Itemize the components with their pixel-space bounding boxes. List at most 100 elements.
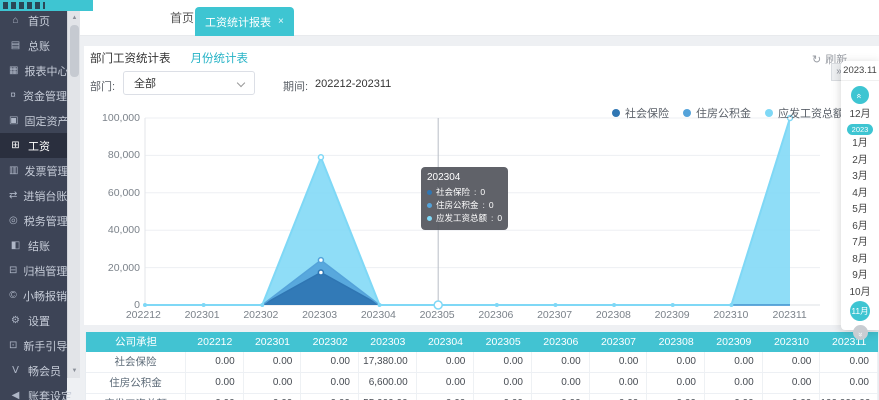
table-cell: 0.00	[647, 394, 705, 400]
sidebar-item-label: 归档管理	[23, 263, 67, 279]
x-axis-tick: 202310	[702, 309, 761, 321]
month-item[interactable]: 9月	[841, 268, 879, 285]
dept-select[interactable]: 全部	[123, 71, 255, 95]
purchase-sales-icon: ⇄	[9, 190, 17, 201]
table-header-cell: 公司承担	[86, 332, 186, 352]
x-axis-labels: 2022122023012023022023032023042023052023…	[114, 309, 819, 321]
row-label: 应发工资总额	[86, 394, 186, 400]
table-cell: 0.00	[244, 373, 302, 393]
table-cell: 55,000.00	[359, 394, 417, 400]
tab-close-icon[interactable]: ×	[278, 16, 284, 27]
table-cell: 0.00	[590, 394, 648, 400]
table-cell: 0.00	[186, 373, 244, 393]
sidebar-item[interactable]: ⚙ 设置	[0, 308, 67, 333]
sidebar-item[interactable]: © 小畅报销	[0, 283, 67, 308]
table-cell: 0.00	[186, 394, 244, 400]
sidebar-item-label: 进销台账	[23, 188, 67, 204]
table-header-cell: 202302	[301, 332, 359, 352]
month-item[interactable]: 6月	[841, 219, 879, 236]
period-panel: 2023.11 « 12月 2023 1月2月3月4月5月6月7月8月9月10月…	[841, 61, 879, 330]
y-axis-tick: 100,000	[84, 112, 140, 124]
sidebar-item-label: 资金管理	[23, 88, 67, 104]
month-item[interactable]: 10月	[841, 285, 879, 302]
table-cell: 0.00	[474, 352, 532, 372]
scroll-down-button[interactable]: «	[853, 325, 868, 340]
sidebar-item[interactable]: ▥ 发票管理	[0, 158, 67, 183]
table-body: 社会保险 0.000.000.0017,380.000.000.000.000.…	[86, 352, 878, 400]
table-cell: 0.00	[763, 352, 821, 372]
month-item[interactable]: 8月	[841, 252, 879, 269]
table-cell: 17,380.00	[359, 352, 417, 372]
month-item[interactable]: 11月	[850, 301, 870, 321]
table-header-cell: 202306	[532, 332, 590, 352]
sidebar-item[interactable]: ⊞ 工资	[0, 133, 67, 158]
sidebar-item[interactable]: ▣ 固定资产	[0, 108, 67, 133]
tooltip-series-dot	[427, 190, 432, 195]
archive-icon: ⊟	[9, 265, 17, 276]
sidebar-item-label: 报表中心	[24, 63, 68, 79]
dept-select-value: 全部	[134, 75, 156, 91]
tab-home[interactable]: 首页	[170, 0, 194, 36]
x-axis-tick: 202308	[584, 309, 643, 321]
sidebar-item[interactable]: ◎ 税务管理	[0, 208, 67, 233]
tooltip-series-value: 0	[489, 199, 494, 212]
chevron-up-icon: «	[851, 93, 869, 98]
y-axis-tick: 80,000	[84, 149, 140, 161]
scrollbar-down-arrow[interactable]: ▼	[68, 368, 81, 374]
sidebar-item[interactable]: Ⅴ 畅会员	[0, 358, 67, 383]
legend-label: 应发工资总额	[778, 105, 844, 121]
sidebar-item[interactable]: ⊡ 新手引导	[0, 333, 67, 358]
sidebar-item[interactable]: ◧ 结账	[0, 233, 67, 258]
chart-tooltip: 202304 社会保险: 0 住房公积金: 0 应发工资总额: 0	[421, 167, 508, 230]
salary-icon: ⊞	[9, 140, 22, 151]
legend-item[interactable]: 住房公积金	[683, 105, 751, 121]
month-item[interactable]: 5月	[841, 202, 879, 219]
table-header-cell: 202303	[359, 332, 417, 352]
x-axis-tick: 202311	[760, 309, 819, 321]
sidebar-item[interactable]: ▤ 总账	[0, 33, 67, 58]
table-header-cell: 202307	[590, 332, 648, 352]
legend-label: 社会保险	[625, 105, 669, 121]
row-label: 住房公积金	[86, 373, 186, 393]
sidebar-item[interactable]: ▦ 报表中心	[0, 58, 67, 83]
x-axis-tick: 202309	[643, 309, 702, 321]
legend-item[interactable]: 应发工资总额	[765, 105, 844, 121]
sidebar-scrollbar[interactable]: ▲ ▼	[67, 11, 80, 378]
sidebar-item[interactable]: ⇄ 进销台账	[0, 183, 67, 208]
month-item[interactable]: 4月	[841, 186, 879, 203]
month-dec[interactable]: 12月	[841, 107, 879, 122]
scrollbar-thumb[interactable]	[70, 25, 79, 77]
month-item[interactable]: 2月	[841, 153, 879, 170]
sidebar-item[interactable]: ⌂ 首页	[0, 8, 67, 33]
tooltip-series-label: 住房公积金	[436, 199, 479, 212]
tooltip-row: 社会保险: 0	[427, 186, 502, 199]
x-axis-tick: 202304	[349, 309, 408, 321]
tab-salary-report[interactable]: 工资统计报表 ×	[195, 7, 294, 36]
sidebar-item[interactable]: ¤ 资金管理	[0, 83, 67, 108]
legend-dot	[765, 109, 773, 117]
home-icon: ⌂	[9, 15, 22, 26]
sidebar-item[interactable]: ⊟ 归档管理	[0, 258, 67, 283]
period-value: 202212-202311	[315, 78, 391, 90]
month-item[interactable]: 7月	[841, 235, 879, 252]
x-axis-tick: 202302	[232, 309, 291, 321]
table-cell: 0.00	[417, 373, 475, 393]
table-cell: 0.00	[647, 373, 705, 393]
tooltip-series-label: 社会保险	[436, 186, 470, 199]
sidebar-item-account-settings[interactable]: ◀ 账套设定	[0, 383, 72, 400]
month-item[interactable]: 1月	[841, 136, 879, 153]
tooltip-series-value: 0	[480, 186, 485, 199]
scrollbar-up-arrow[interactable]: ▲	[68, 15, 81, 21]
month-list: 1月2月3月4月5月6月7月8月9月10月11月	[841, 136, 879, 321]
x-axis-tick: 202305	[408, 309, 467, 321]
scroll-up-button[interactable]: «	[851, 86, 869, 104]
table-header-cell: 202301	[244, 332, 302, 352]
legend-item[interactable]: 社会保险	[612, 105, 669, 121]
sidebar-item-label: 小畅报销	[23, 288, 67, 304]
fixed-assets-icon: ▣	[9, 115, 18, 126]
invoice-icon: ▥	[9, 165, 18, 176]
table-header-cell: 202311	[820, 332, 878, 352]
month-item[interactable]: 3月	[841, 169, 879, 186]
tooltip-row: 应发工资总额: 0	[427, 212, 502, 225]
x-axis-tick: 202212	[114, 309, 173, 321]
